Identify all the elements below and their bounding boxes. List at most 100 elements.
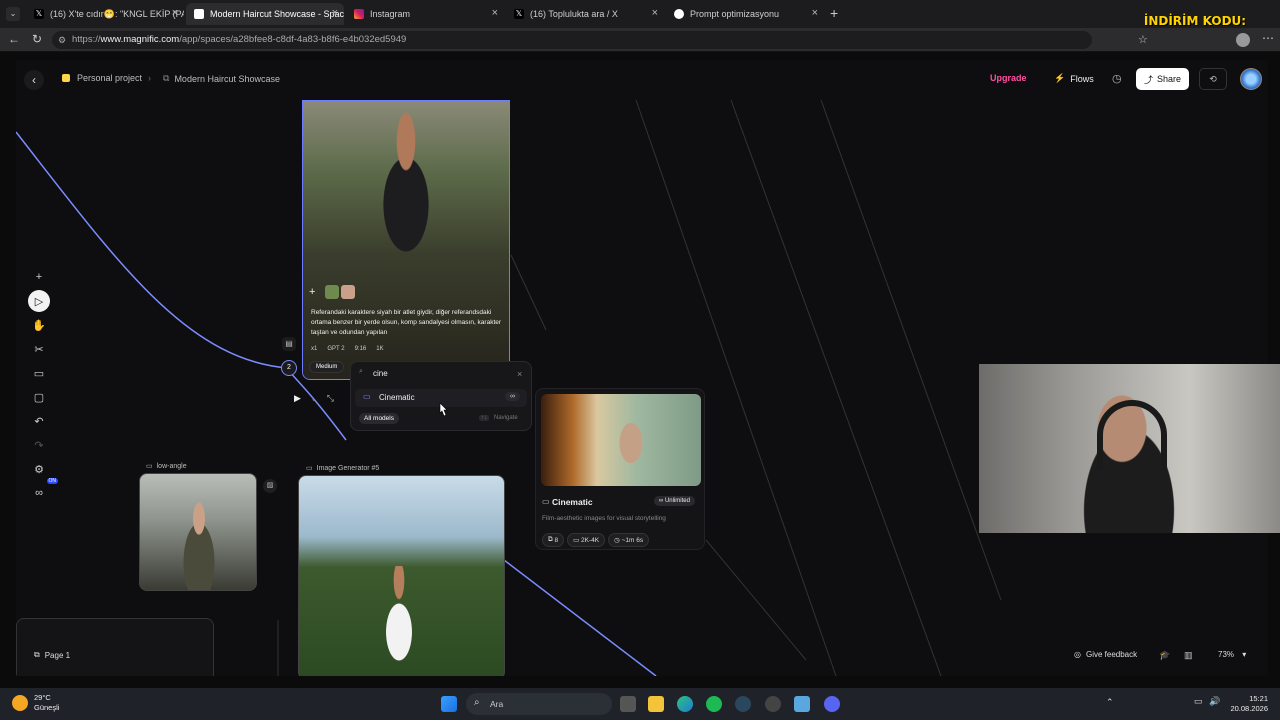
- refresh-button[interactable]: ⟲: [1199, 68, 1227, 90]
- quality-selector[interactable]: Medium: [309, 361, 345, 373]
- select-tool-button[interactable]: ▷: [28, 290, 50, 312]
- close-tab-icon[interactable]: ×: [492, 7, 498, 19]
- history-icon[interactable]: ◷: [1112, 72, 1122, 85]
- settings-button[interactable]: ⚙: [28, 458, 50, 480]
- unlimited-badge: ∞ Unlimited: [654, 496, 695, 506]
- stat-duration: ◷ ~1m 6s: [608, 533, 650, 547]
- x-logo-icon: 𝕏: [34, 9, 44, 19]
- tab-instagram[interactable]: Instagram ×: [346, 3, 504, 25]
- layout-icon: ▤: [285, 339, 293, 348]
- clock-time: 15:21: [1249, 694, 1268, 703]
- node-step-badge[interactable]: 2: [281, 360, 297, 376]
- reference-thumb[interactable]: [341, 285, 355, 299]
- prompt-text[interactable]: Referandaki karaktere siyah bir atlet gi…: [311, 308, 503, 338]
- connect-icon[interactable]: ⤡: [327, 393, 334, 404]
- volume-icon[interactable]: 🔊: [1209, 696, 1220, 707]
- generated-image[interactable]: [303, 101, 509, 379]
- close-tab-icon[interactable]: ×: [652, 7, 658, 19]
- reload-icon[interactable]: ↻: [32, 32, 42, 46]
- tab-x-1[interactable]: 𝕏 (16) X'te cıdır😁: "KNGL EKİP (PAR ×: [26, 3, 184, 25]
- spotify-icon[interactable]: [706, 696, 722, 712]
- upgrade-button[interactable]: Upgrade: [990, 73, 1027, 83]
- frame-tool-button[interactable]: ▭: [28, 362, 50, 384]
- cut-tool-button[interactable]: ✂: [28, 338, 50, 360]
- discord-icon[interactable]: [824, 696, 840, 712]
- clock[interactable]: 15:21 20.08.2026: [1224, 694, 1268, 714]
- give-feedback-button[interactable]: ◎ Give feedback: [1074, 650, 1137, 659]
- reference-thumb[interactable]: [325, 285, 339, 299]
- run-button[interactable]: ▶: [294, 393, 301, 404]
- back-arrow-icon[interactable]: ←: [8, 32, 20, 46]
- breadcrumb-space[interactable]: ⧉ Modern Haircut Showcase: [163, 73, 280, 84]
- image-type-icon[interactable]: ▨: [263, 479, 277, 493]
- hand-tool-button[interactable]: ✋: [28, 314, 50, 336]
- steam-icon[interactable]: [735, 696, 751, 712]
- chevron-down-icon[interactable]: ⌄: [311, 395, 317, 403]
- search-icon: ⌕: [474, 697, 480, 708]
- count-option[interactable]: x1: [311, 346, 317, 352]
- bookmark-star-icon[interactable]: ☆: [1138, 33, 1148, 46]
- tab-x-2[interactable]: 𝕏 (16) Toplulukta ara / X ×: [506, 3, 664, 25]
- site-info-icon[interactable]: ⚙: [58, 31, 66, 49]
- partial-node[interactable]: [16, 618, 214, 676]
- task-view-icon[interactable]: [620, 696, 636, 712]
- style-search-input[interactable]: cine: [373, 369, 388, 378]
- folder-icon: ▭: [542, 497, 550, 506]
- tab-chatgpt[interactable]: Prompt optimizasyonu ×: [666, 3, 824, 25]
- ratio-option[interactable]: 9:16: [355, 346, 367, 352]
- comment-icon: ▢: [33, 391, 45, 404]
- taskbar-search[interactable]: ⌕ Ara: [466, 693, 612, 715]
- tab-magnific[interactable]: Modern Haircut Showcase - Space ×: [186, 3, 344, 25]
- url-field[interactable]: ⚙ https://www.magnific.com/app/spaces/a2…: [52, 31, 1092, 49]
- learn-icon[interactable]: 🎓: [1159, 650, 1170, 661]
- add-node-button[interactable]: +: [28, 266, 50, 288]
- infinite-toggle[interactable]: ∞ ON: [28, 478, 58, 504]
- weather-widget[interactable]: 29°C Güneşli: [12, 693, 59, 713]
- comment-tool-button[interactable]: ▢: [28, 386, 50, 408]
- low-angle-label: low-angle: [156, 462, 187, 470]
- image-generator-node-title[interactable]: ▭ Image Generator #5: [306, 464, 379, 473]
- network-icon[interactable]: ▭: [1194, 696, 1203, 707]
- back-button[interactable]: ‹: [24, 70, 44, 90]
- all-models-tab[interactable]: All models: [359, 413, 399, 424]
- zoom-selector[interactable]: 73% ▾: [1218, 650, 1246, 659]
- tab-menu-button[interactable]: ⌄: [6, 7, 20, 21]
- windows-start-icon[interactable]: [441, 696, 457, 712]
- notepad-icon[interactable]: [794, 696, 810, 712]
- new-tab-button[interactable]: +: [830, 5, 838, 21]
- redo-button[interactable]: ↷: [28, 434, 50, 456]
- undo-icon: ↶: [34, 415, 44, 428]
- add-reference-button[interactable]: +: [309, 285, 323, 299]
- close-tab-icon[interactable]: ×: [812, 7, 818, 19]
- undo-button[interactable]: ↶: [28, 410, 50, 432]
- breadcrumb-project[interactable]: Personal project: [62, 73, 142, 83]
- style-preview-description: Film-aesthetic images for visual storyte…: [542, 515, 666, 522]
- magnific-logo-icon: [194, 9, 204, 19]
- low-angle-image[interactable]: [139, 473, 257, 591]
- flows-button[interactable]: ⚡ Flows: [1054, 73, 1094, 84]
- feedback-icon: ◎: [1074, 650, 1081, 659]
- app-icon[interactable]: [765, 696, 781, 712]
- image-node-main[interactable]: + Referandaki karaktere siyah bir atlet …: [302, 100, 510, 380]
- map-icon[interactable]: ▥: [1184, 650, 1193, 661]
- close-tab-icon[interactable]: ×: [332, 7, 338, 19]
- image-generator-output[interactable]: [298, 475, 505, 676]
- edge-browser-icon[interactable]: [677, 696, 693, 712]
- model-option[interactable]: GPT 2: [327, 346, 344, 352]
- profile-avatar-icon[interactable]: [1236, 33, 1250, 47]
- close-tab-icon[interactable]: ×: [172, 7, 178, 19]
- pages-icon: ⧉: [34, 650, 40, 659]
- plus-icon: +: [35, 271, 43, 283]
- url-domain: www.magnific.com: [100, 34, 180, 45]
- low-angle-node-title[interactable]: ▭ low-angle: [146, 462, 187, 471]
- page-selector[interactable]: ⧉ Page 1: [34, 650, 70, 660]
- close-icon[interactable]: ×: [517, 369, 522, 379]
- node-layout-button[interactable]: ▤: [282, 337, 296, 351]
- tray-chevron-icon[interactable]: ⌃: [1106, 697, 1114, 708]
- resolution-option[interactable]: 1K: [376, 346, 383, 352]
- share-button[interactable]: ⤴ Share: [1136, 68, 1189, 90]
- user-avatar[interactable]: [1240, 68, 1262, 90]
- weather-temp: 29°C: [34, 693, 51, 702]
- file-explorer-icon[interactable]: [648, 696, 664, 712]
- browser-menu-icon[interactable]: ⋯: [1262, 31, 1274, 45]
